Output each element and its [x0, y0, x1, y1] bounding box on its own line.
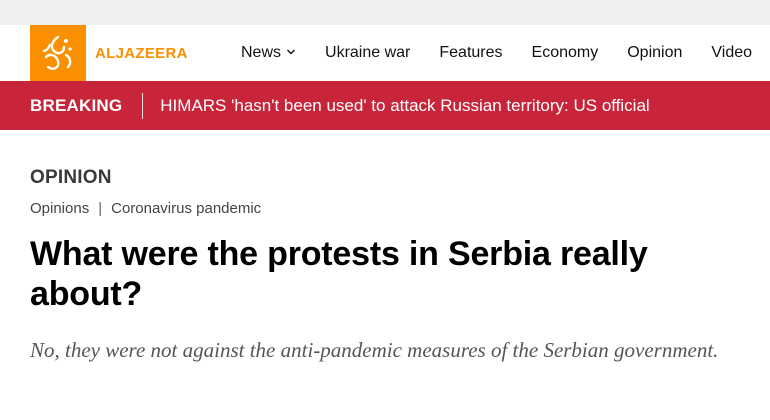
chevron-down-icon: [286, 43, 296, 61]
site-logo-link[interactable]: ALJAZEERA: [30, 25, 188, 81]
site-header: ALJAZEERA News Ukraine war Features Econ…: [0, 25, 770, 81]
browser-top-strip: [0, 0, 770, 25]
nav-item-label: News: [241, 44, 282, 61]
nav-item-economy[interactable]: Economy: [532, 44, 599, 62]
section-kicker: OPINION: [30, 167, 112, 188]
breaking-news-banner[interactable]: BREAKING HIMARS 'hasn't been used' to at…: [0, 81, 770, 130]
nav-item-news[interactable]: News: [241, 44, 296, 62]
nav-item-video[interactable]: Video: [711, 44, 752, 62]
breadcrumb: Opinions | Coronavirus pandemic: [30, 200, 261, 217]
article-headline: What were the protests in Serbia really …: [30, 235, 648, 313]
breaking-divider: [142, 92, 144, 119]
nav-item-features[interactable]: Features: [439, 44, 502, 62]
breadcrumb-opinions[interactable]: Opinions: [30, 200, 89, 217]
breaking-label: BREAKING: [30, 95, 123, 115]
nav-item-ukraine-war[interactable]: Ukraine war: [325, 44, 410, 62]
breadcrumb-separator: |: [98, 200, 103, 217]
nav-item-opinion[interactable]: Opinion: [627, 44, 682, 62]
article-standfirst: No, they were not against the anti-pande…: [30, 338, 719, 362]
breadcrumb-coronavirus-pandemic[interactable]: Coronavirus pandemic: [111, 200, 261, 217]
breaking-headline-link[interactable]: HIMARS 'hasn't been used' to attack Russ…: [160, 96, 649, 116]
brand-name: ALJAZEERA: [95, 44, 188, 62]
main-nav: News Ukraine war Features Economy Opinio…: [241, 25, 752, 81]
aljazeera-logo-icon: [30, 25, 86, 81]
